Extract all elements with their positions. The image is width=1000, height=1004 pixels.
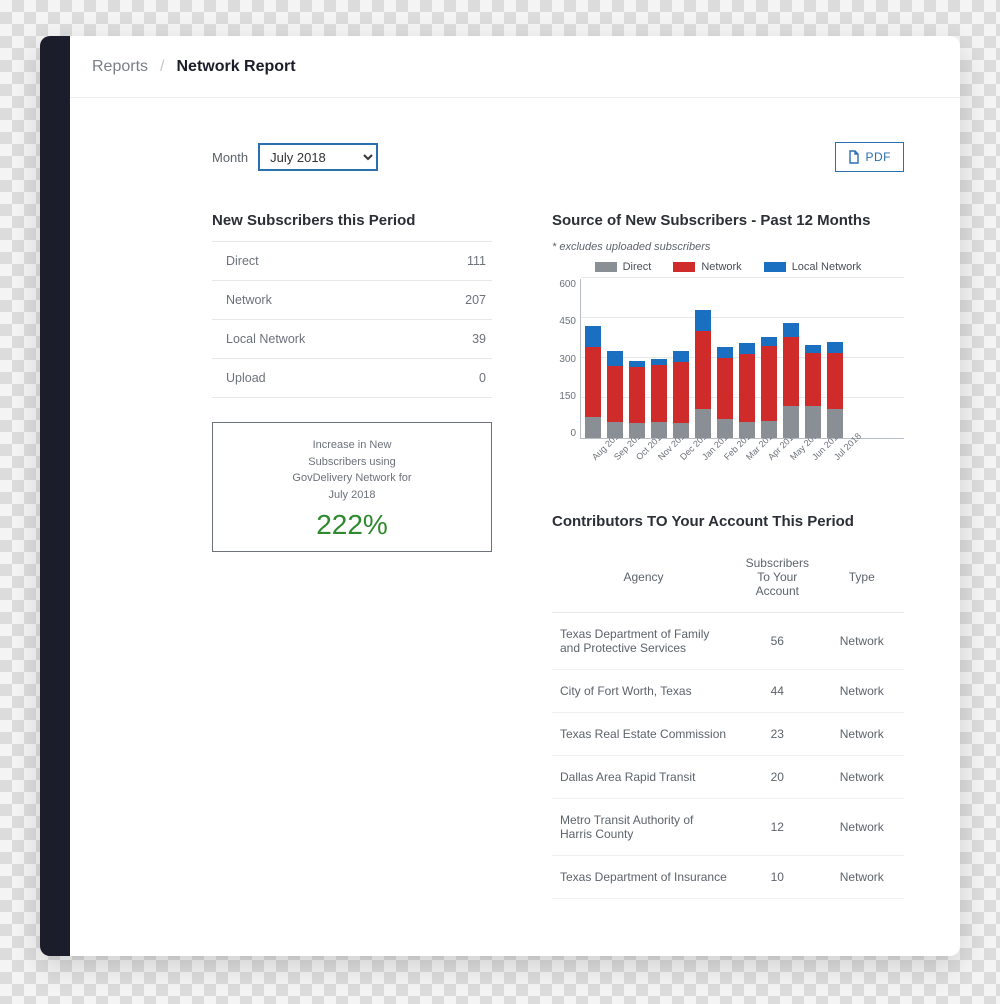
controls-row: Month July 2018 PDF — [212, 142, 904, 172]
pdf-button-label: PDF — [866, 150, 892, 164]
left-nav-rail — [40, 36, 70, 956]
table-row: Dallas Area Rapid Transit20Network — [552, 756, 904, 799]
cell-type: Network — [820, 713, 904, 756]
chart-x-label: Apr 2018 — [766, 444, 784, 462]
chart-x-label: May 2018 — [788, 444, 806, 462]
month-label: Month — [212, 150, 248, 165]
new-subscribers-title: New Subscribers this Period — [212, 212, 492, 229]
legend-network: Network — [673, 261, 741, 273]
contributors-table: Agency Subscribers To Your Account Type … — [552, 542, 904, 899]
subscriber-row-label: Network — [226, 293, 272, 307]
two-column-layout: New Subscribers this Period Direct 111 Net… — [212, 212, 904, 899]
month-picker: Month July 2018 — [212, 143, 378, 171]
cell-subs: 20 — [735, 756, 819, 799]
table-row: Texas Department of Insurance10Network — [552, 856, 904, 899]
cell-agency: Texas Department of Family and Protectiv… — [552, 613, 735, 670]
callout-value: 222% — [223, 509, 481, 541]
new-subscribers-table: Direct 111 Network 207 Local Network 39 Upload… — [212, 241, 492, 398]
chart-bar — [585, 326, 601, 438]
subscriber-row-value: 39 — [472, 332, 486, 346]
legend-local: Local Network — [764, 261, 862, 273]
chart-x-label: Mar 2018 — [744, 444, 762, 462]
chart-x-label: Jul 2018 — [832, 444, 850, 462]
cell-agency: City of Fort Worth, Texas — [552, 670, 735, 713]
export-pdf-button[interactable]: PDF — [835, 142, 905, 172]
subscriber-row: Upload 0 — [212, 359, 492, 398]
legend-direct: Direct — [595, 261, 652, 273]
pdf-icon — [848, 150, 860, 164]
table-row: Texas Department of Family and Protectiv… — [552, 613, 904, 670]
chart-x-label: Nov 2017 — [656, 444, 674, 462]
chart-bar — [783, 323, 799, 438]
page-body: Month July 2018 PDF New Subscribers this… — [70, 98, 960, 956]
breadcrumb-separator: / — [160, 58, 164, 76]
cell-subs: 23 — [735, 713, 819, 756]
contributors-title: Contributors TO Your Account This Period — [552, 513, 904, 530]
cell-subs: 56 — [735, 613, 819, 670]
chart-x-label: Oct 2017 — [634, 444, 652, 462]
col-agency: Agency — [552, 542, 735, 613]
cell-subs: 10 — [735, 856, 819, 899]
breadcrumb-root[interactable]: Reports — [92, 58, 148, 76]
chart-bar — [695, 310, 711, 438]
subscriber-row-label: Direct — [226, 254, 259, 268]
chart-bar — [827, 342, 843, 438]
chart-x-label: Jan 2018 — [700, 444, 718, 462]
breadcrumb-current: Network Report — [176, 58, 295, 76]
chart-x-label: Dec 2017 — [678, 444, 696, 462]
chart-x-label: Feb 2018 — [722, 444, 740, 462]
cell-agency: Metro Transit Authority of Harris County — [552, 799, 735, 856]
chart-legend: Direct Network Local Network — [552, 261, 904, 273]
table-row: Texas Real Estate Commission23Network — [552, 713, 904, 756]
left-column: New Subscribers this Period Direct 111 Net… — [212, 212, 492, 552]
chart-bar — [629, 361, 645, 438]
cell-agency: Texas Department of Insurance — [552, 856, 735, 899]
chart-note: * excludes uploaded subscribers — [552, 241, 904, 253]
chart-x-label: Jun 2018 — [810, 444, 828, 462]
col-type: Type — [820, 542, 904, 613]
chart-bar — [761, 337, 777, 438]
increase-callout: Increase in New Subscribers using GovDel… — [212, 422, 492, 552]
subscriber-row: Network 207 — [212, 281, 492, 320]
cell-type: Network — [820, 613, 904, 670]
chart-bar — [739, 343, 755, 438]
col-subs: Subscribers To Your Account — [735, 542, 819, 613]
content-pane: Reports / Network Report Month July 2018… — [70, 36, 960, 956]
chart-bar — [651, 359, 667, 438]
breadcrumb: Reports / Network Report — [70, 36, 960, 98]
table-row: City of Fort Worth, Texas44Network — [552, 670, 904, 713]
chart-bar — [717, 347, 733, 438]
chart-x-label: Sep 2017 — [612, 444, 630, 462]
cell-type: Network — [820, 856, 904, 899]
chart-y-axis: 6004503001500 — [552, 279, 576, 439]
subscriber-row: Direct 111 — [212, 242, 492, 281]
subscriber-row-label: Local Network — [226, 332, 305, 346]
subscriber-row: Local Network 39 — [212, 320, 492, 359]
contributors-tbody: Texas Department of Family and Protectiv… — [552, 613, 904, 899]
cell-type: Network — [820, 670, 904, 713]
subscriber-row-value: 0 — [479, 371, 486, 385]
cell-agency: Dallas Area Rapid Transit — [552, 756, 735, 799]
chart-x-axis: Aug 2017Sep 2017Oct 2017Nov 2017Dec 2017… — [580, 445, 904, 455]
right-column: Source of New Subscribers - Past 12 Mont… — [552, 212, 904, 899]
cell-subs: 44 — [735, 670, 819, 713]
cell-agency: Texas Real Estate Commission — [552, 713, 735, 756]
cell-subs: 12 — [735, 799, 819, 856]
chart-title: Source of New Subscribers - Past 12 Mont… — [552, 212, 904, 229]
chart-bar — [673, 351, 689, 438]
chart-bar — [607, 351, 623, 438]
app-window: Reports / Network Report Month July 2018… — [40, 36, 960, 956]
table-row: Metro Transit Authority of Harris County… — [552, 799, 904, 856]
callout-text: Increase in New Subscribers using GovDel… — [223, 437, 481, 503]
chart-plot — [580, 279, 904, 439]
subscriber-row-label: Upload — [226, 371, 266, 385]
chart-x-label: Aug 2017 — [590, 444, 608, 462]
month-select[interactable]: July 2018 — [258, 143, 378, 171]
subscriber-row-value: 207 — [465, 293, 486, 307]
chart-bar — [805, 345, 821, 438]
cell-type: Network — [820, 799, 904, 856]
subscriber-row-value: 111 — [467, 254, 486, 268]
chart-area: 6004503001500 Aug 2017Sep 2017Oct 2017No… — [580, 279, 904, 455]
cell-type: Network — [820, 756, 904, 799]
